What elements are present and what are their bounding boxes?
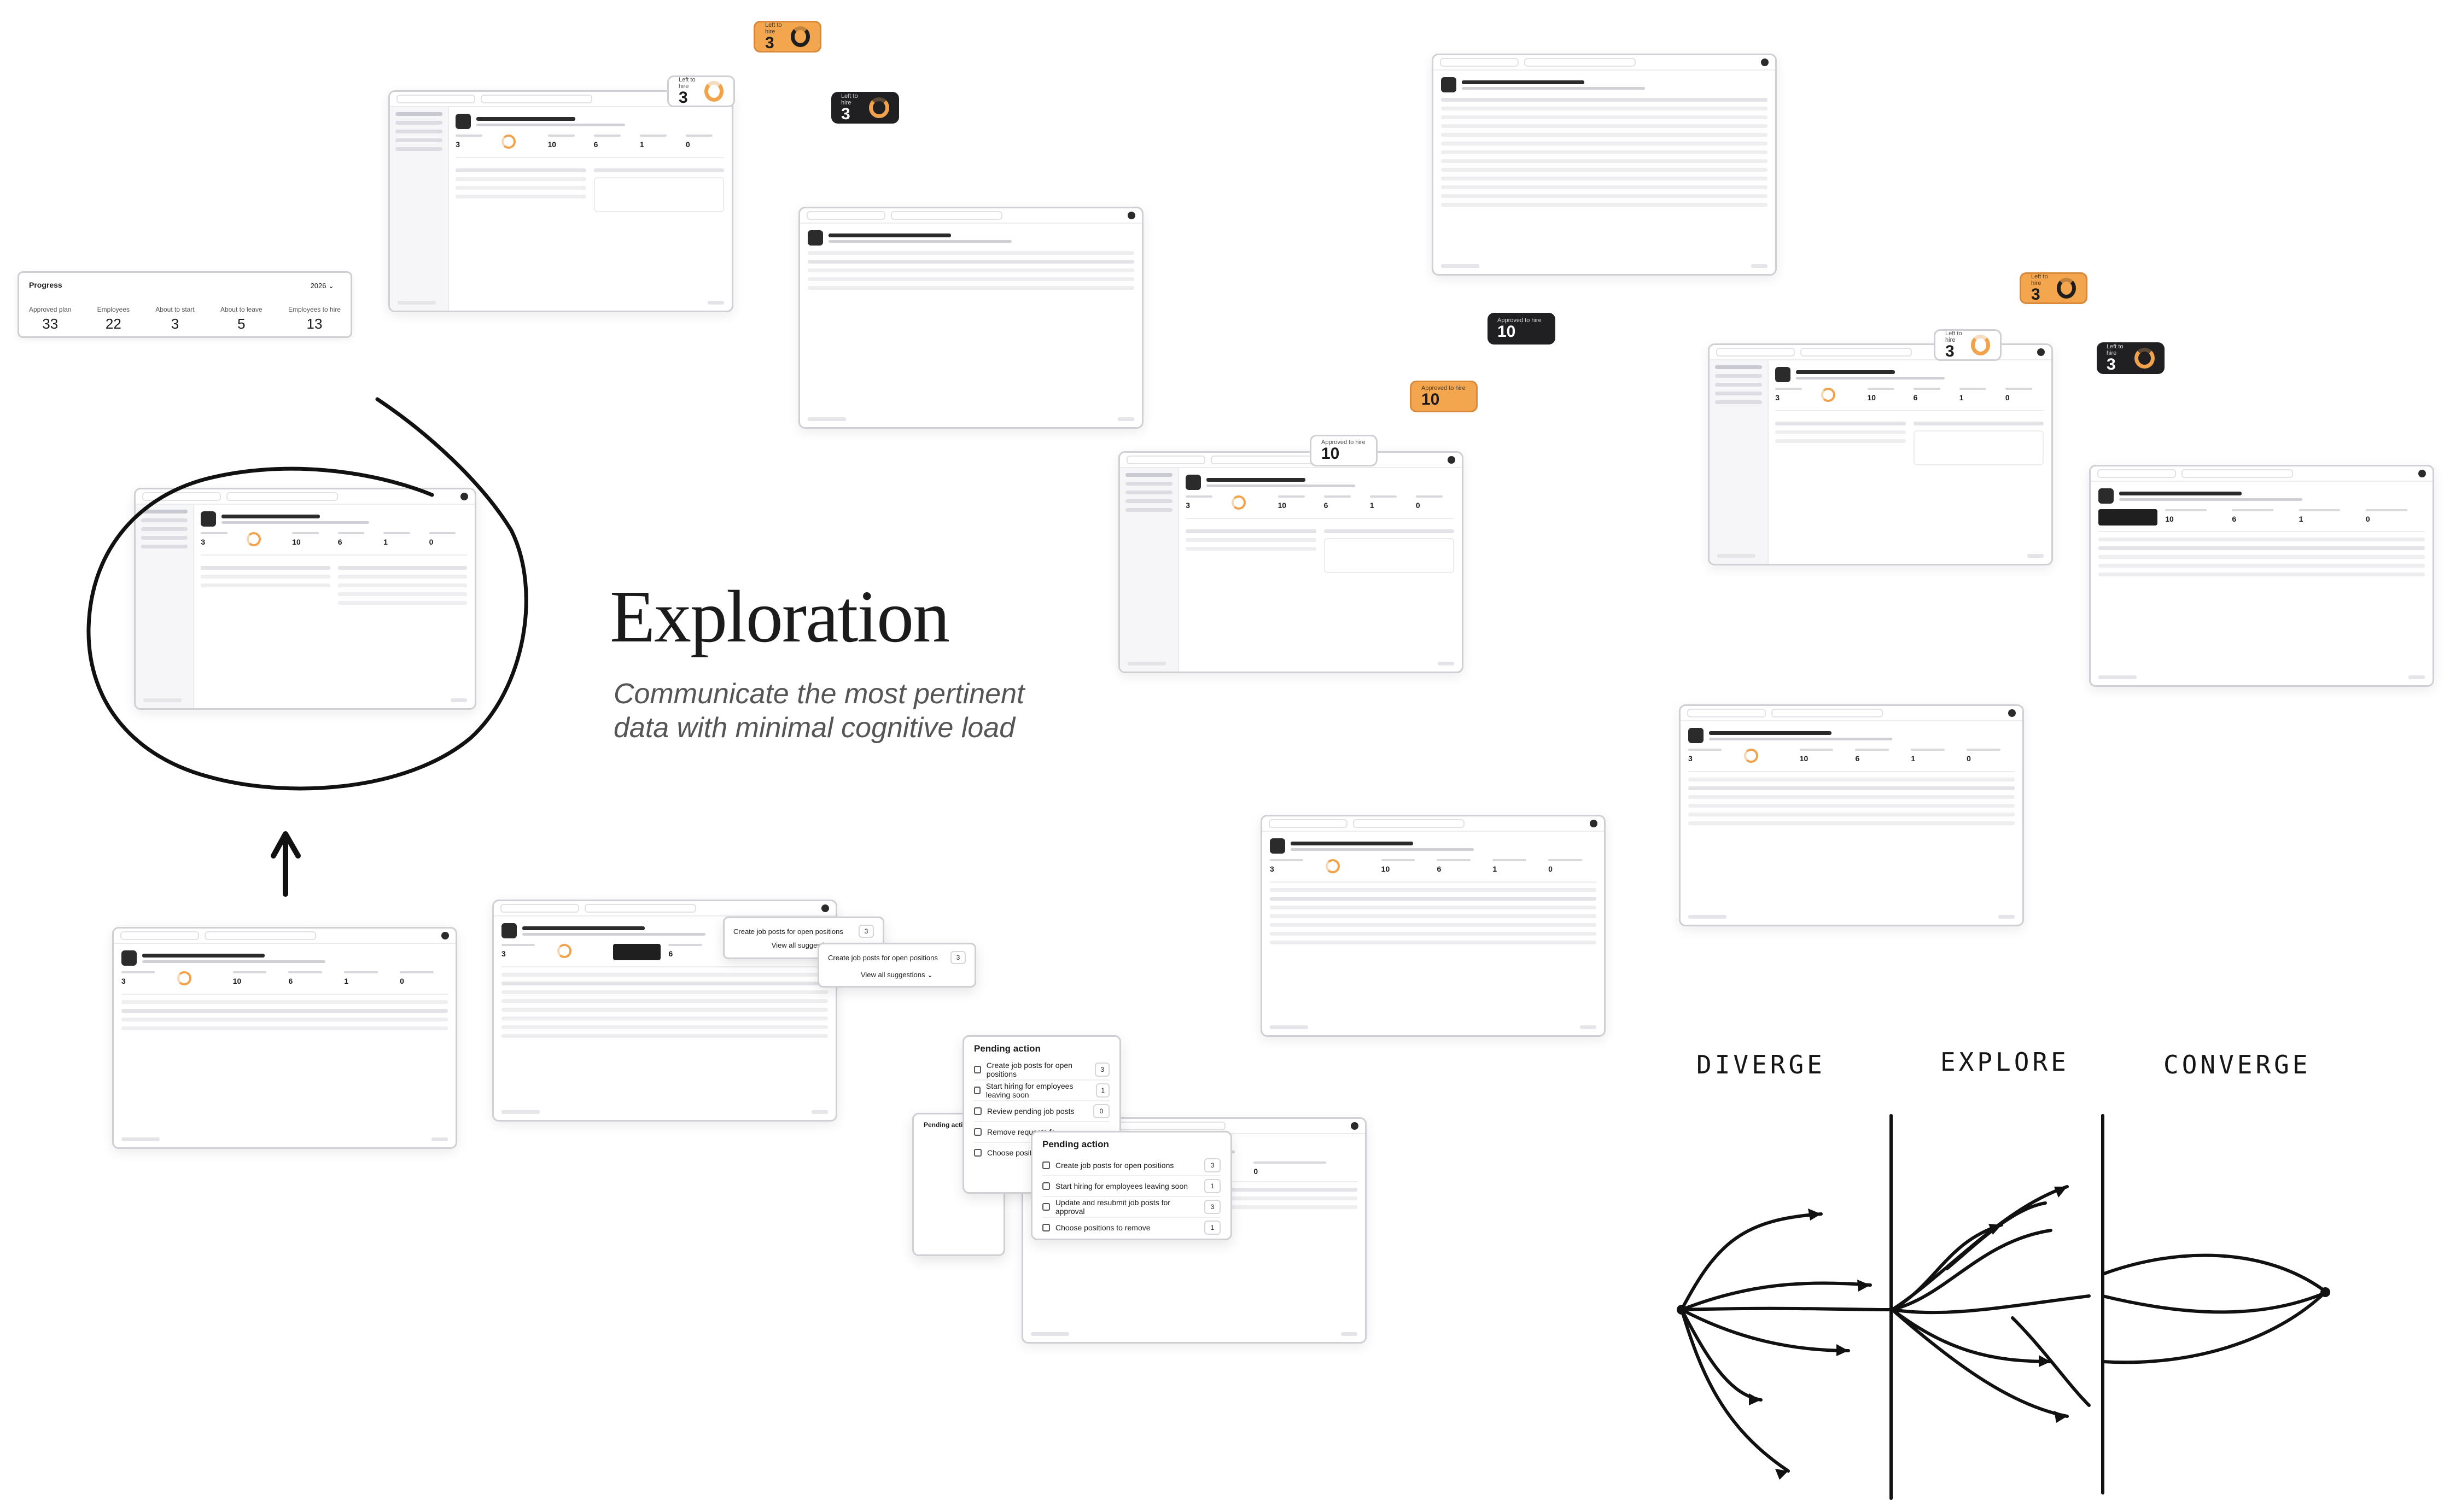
diverge-converge-sketch bbox=[1677, 1114, 2330, 1500]
up-arrow-icon bbox=[271, 831, 301, 897]
